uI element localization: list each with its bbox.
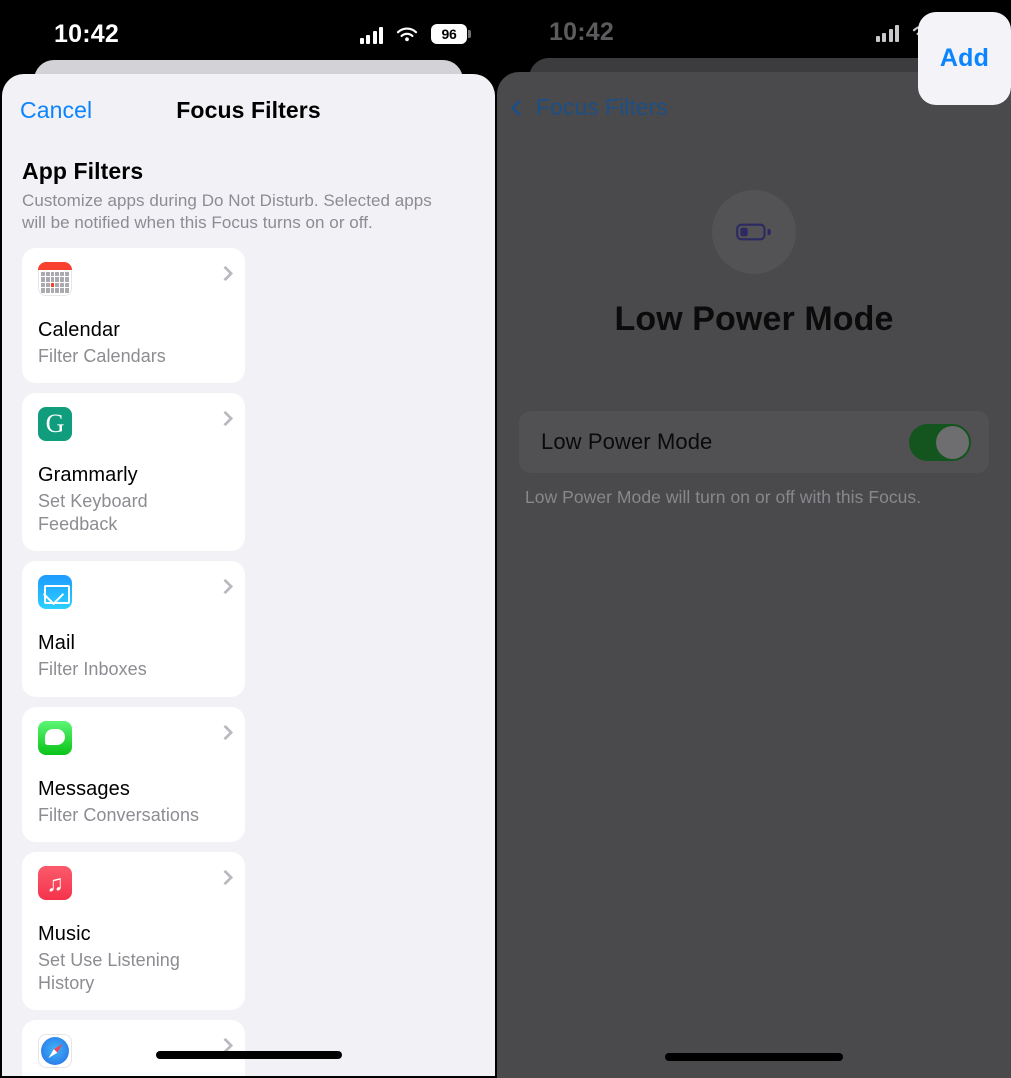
- detail-settings-group: Low Power Mode Low Power Mode will turn …: [519, 411, 989, 508]
- detail-hero: Low Power Mode: [497, 190, 1011, 339]
- mail-app-icon: [38, 575, 72, 609]
- add-button[interactable]: Add: [918, 12, 1011, 105]
- grammarly-app-icon: [38, 407, 72, 441]
- card-detail: Filter Inboxes: [38, 659, 147, 679]
- app-filter-card-messages[interactable]: Messages Filter Conversations: [22, 706, 245, 842]
- card-icon-row: [38, 720, 229, 765]
- chevron-left-icon: [510, 99, 528, 116]
- low-power-mode-toggle-row[interactable]: Low Power Mode: [519, 411, 989, 473]
- right-phone-screen: 10:42 96 Focus Filters: [497, 0, 1011, 1078]
- card-title: Calendar: [38, 318, 120, 341]
- card-title: Messages: [38, 777, 130, 800]
- battery-level-label: 96: [441, 26, 457, 42]
- detail-footer-note: Low Power Mode will turn on or off with …: [525, 487, 922, 507]
- back-button[interactable]: Focus Filters: [510, 94, 668, 121]
- card-detail: Set Keyboard Feedback: [38, 491, 148, 534]
- status-bar-left: 10:42 96: [2, 2, 495, 58]
- card-icon-row: [38, 261, 229, 306]
- home-indicator: [155, 1051, 342, 1059]
- sheet-navbar: Cancel Focus Filters: [2, 74, 495, 146]
- wifi-icon: [395, 26, 419, 44]
- low-power-mode-toggle[interactable]: [909, 423, 971, 461]
- app-filter-card-mail[interactable]: Mail Filter Inboxes: [22, 561, 245, 697]
- dual-screenshot-container: 10:42 96 Cancel Focus Filters App Filter…: [0, 0, 1011, 1078]
- app-filter-card-calendar[interactable]: Calendar Filter Calendars: [22, 247, 245, 383]
- status-bar-time: 10:42: [549, 18, 614, 46]
- cellular-bars-icon: [875, 25, 899, 42]
- low-power-mode-detail-sheet: Focus Filters Low Power Mode Low Power M…: [497, 72, 1011, 1078]
- cancel-button[interactable]: Cancel: [20, 97, 92, 124]
- home-indicator: [665, 1053, 843, 1061]
- app-filter-card-music[interactable]: Music Set Use Listening History: [22, 852, 245, 1010]
- messages-app-icon: [38, 720, 72, 755]
- app-filters-grid: Calendar Filter Calendars Grammarly Set …: [22, 247, 475, 1076]
- hero-icon-circle: [712, 190, 796, 274]
- low-power-mode-icon: [736, 216, 772, 248]
- status-bar-indicators: 96: [359, 20, 471, 44]
- toggle-row-label: Low Power Mode: [541, 429, 713, 454]
- cellular-bars-icon: [359, 27, 383, 44]
- card-detail: Filter Calendars: [38, 345, 166, 366]
- app-filters-heading: App Filters: [22, 158, 144, 184]
- focus-filters-sheet: Cancel Focus Filters App Filters Customi…: [2, 74, 495, 1076]
- calendar-app-icon: [38, 261, 72, 296]
- back-button-label: Focus Filters: [536, 94, 668, 120]
- detail-title: Low Power Mode: [614, 300, 894, 338]
- app-filter-card-grammarly[interactable]: Grammarly Set Keyboard Feedback: [22, 393, 245, 551]
- card-detail: Set Use Listening History: [38, 950, 180, 993]
- card-title: Mail: [38, 632, 76, 654]
- card-title: Music: [38, 923, 91, 945]
- app-filter-card-safari[interactable]: Safari Set Profile or Tab Group: [22, 1020, 245, 1076]
- card-icon-row: [38, 866, 229, 910]
- battery-icon: 96: [431, 24, 471, 44]
- toggle-knob: [936, 425, 969, 459]
- card-icon-row: [38, 575, 229, 619]
- card-detail: Filter Conversations: [38, 804, 200, 825]
- status-bar-time: 10:42: [54, 20, 119, 48]
- card-title: Grammarly: [38, 464, 138, 486]
- sheet-content: App Filters Customize apps during Do Not…: [2, 158, 495, 1076]
- music-app-icon: [38, 866, 72, 900]
- safari-app-icon: [38, 1034, 72, 1068]
- card-icon-row: [38, 407, 229, 451]
- left-phone-screen: 10:42 96 Cancel Focus Filters App Filter…: [0, 0, 497, 1078]
- app-filters-description: Customize apps during Do Not Disturb. Se…: [22, 191, 432, 232]
